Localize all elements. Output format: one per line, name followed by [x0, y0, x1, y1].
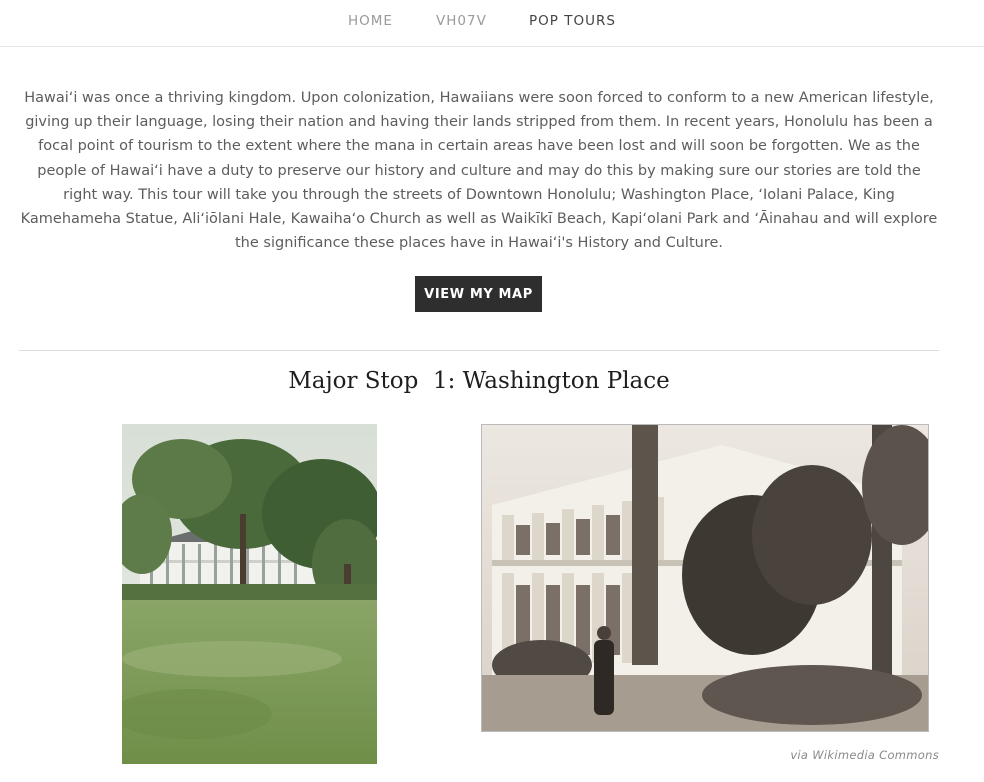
nav-item-home[interactable]: HOME	[348, 13, 393, 29]
section-heading: Major Stop 1: Washington Place	[288, 368, 670, 394]
view-my-map-button[interactable]: VIEW MY MAP	[415, 276, 542, 312]
washington-place-photo-modern	[122, 424, 377, 764]
nav-item-vh07v[interactable]: VH07V	[436, 13, 487, 29]
intro-paragraph: Hawaiʻi was once a thriving kingdom. Upo…	[20, 90, 938, 252]
section-divider	[19, 350, 939, 351]
top-navigation: HOME VH07V POP TOURS	[0, 0, 984, 47]
image-caption[interactable]: via Wikimedia Commons	[790, 748, 939, 762]
nav-item-pop-tours[interactable]: POP TOURS	[529, 13, 616, 29]
washington-place-photo-historic	[481, 424, 929, 732]
